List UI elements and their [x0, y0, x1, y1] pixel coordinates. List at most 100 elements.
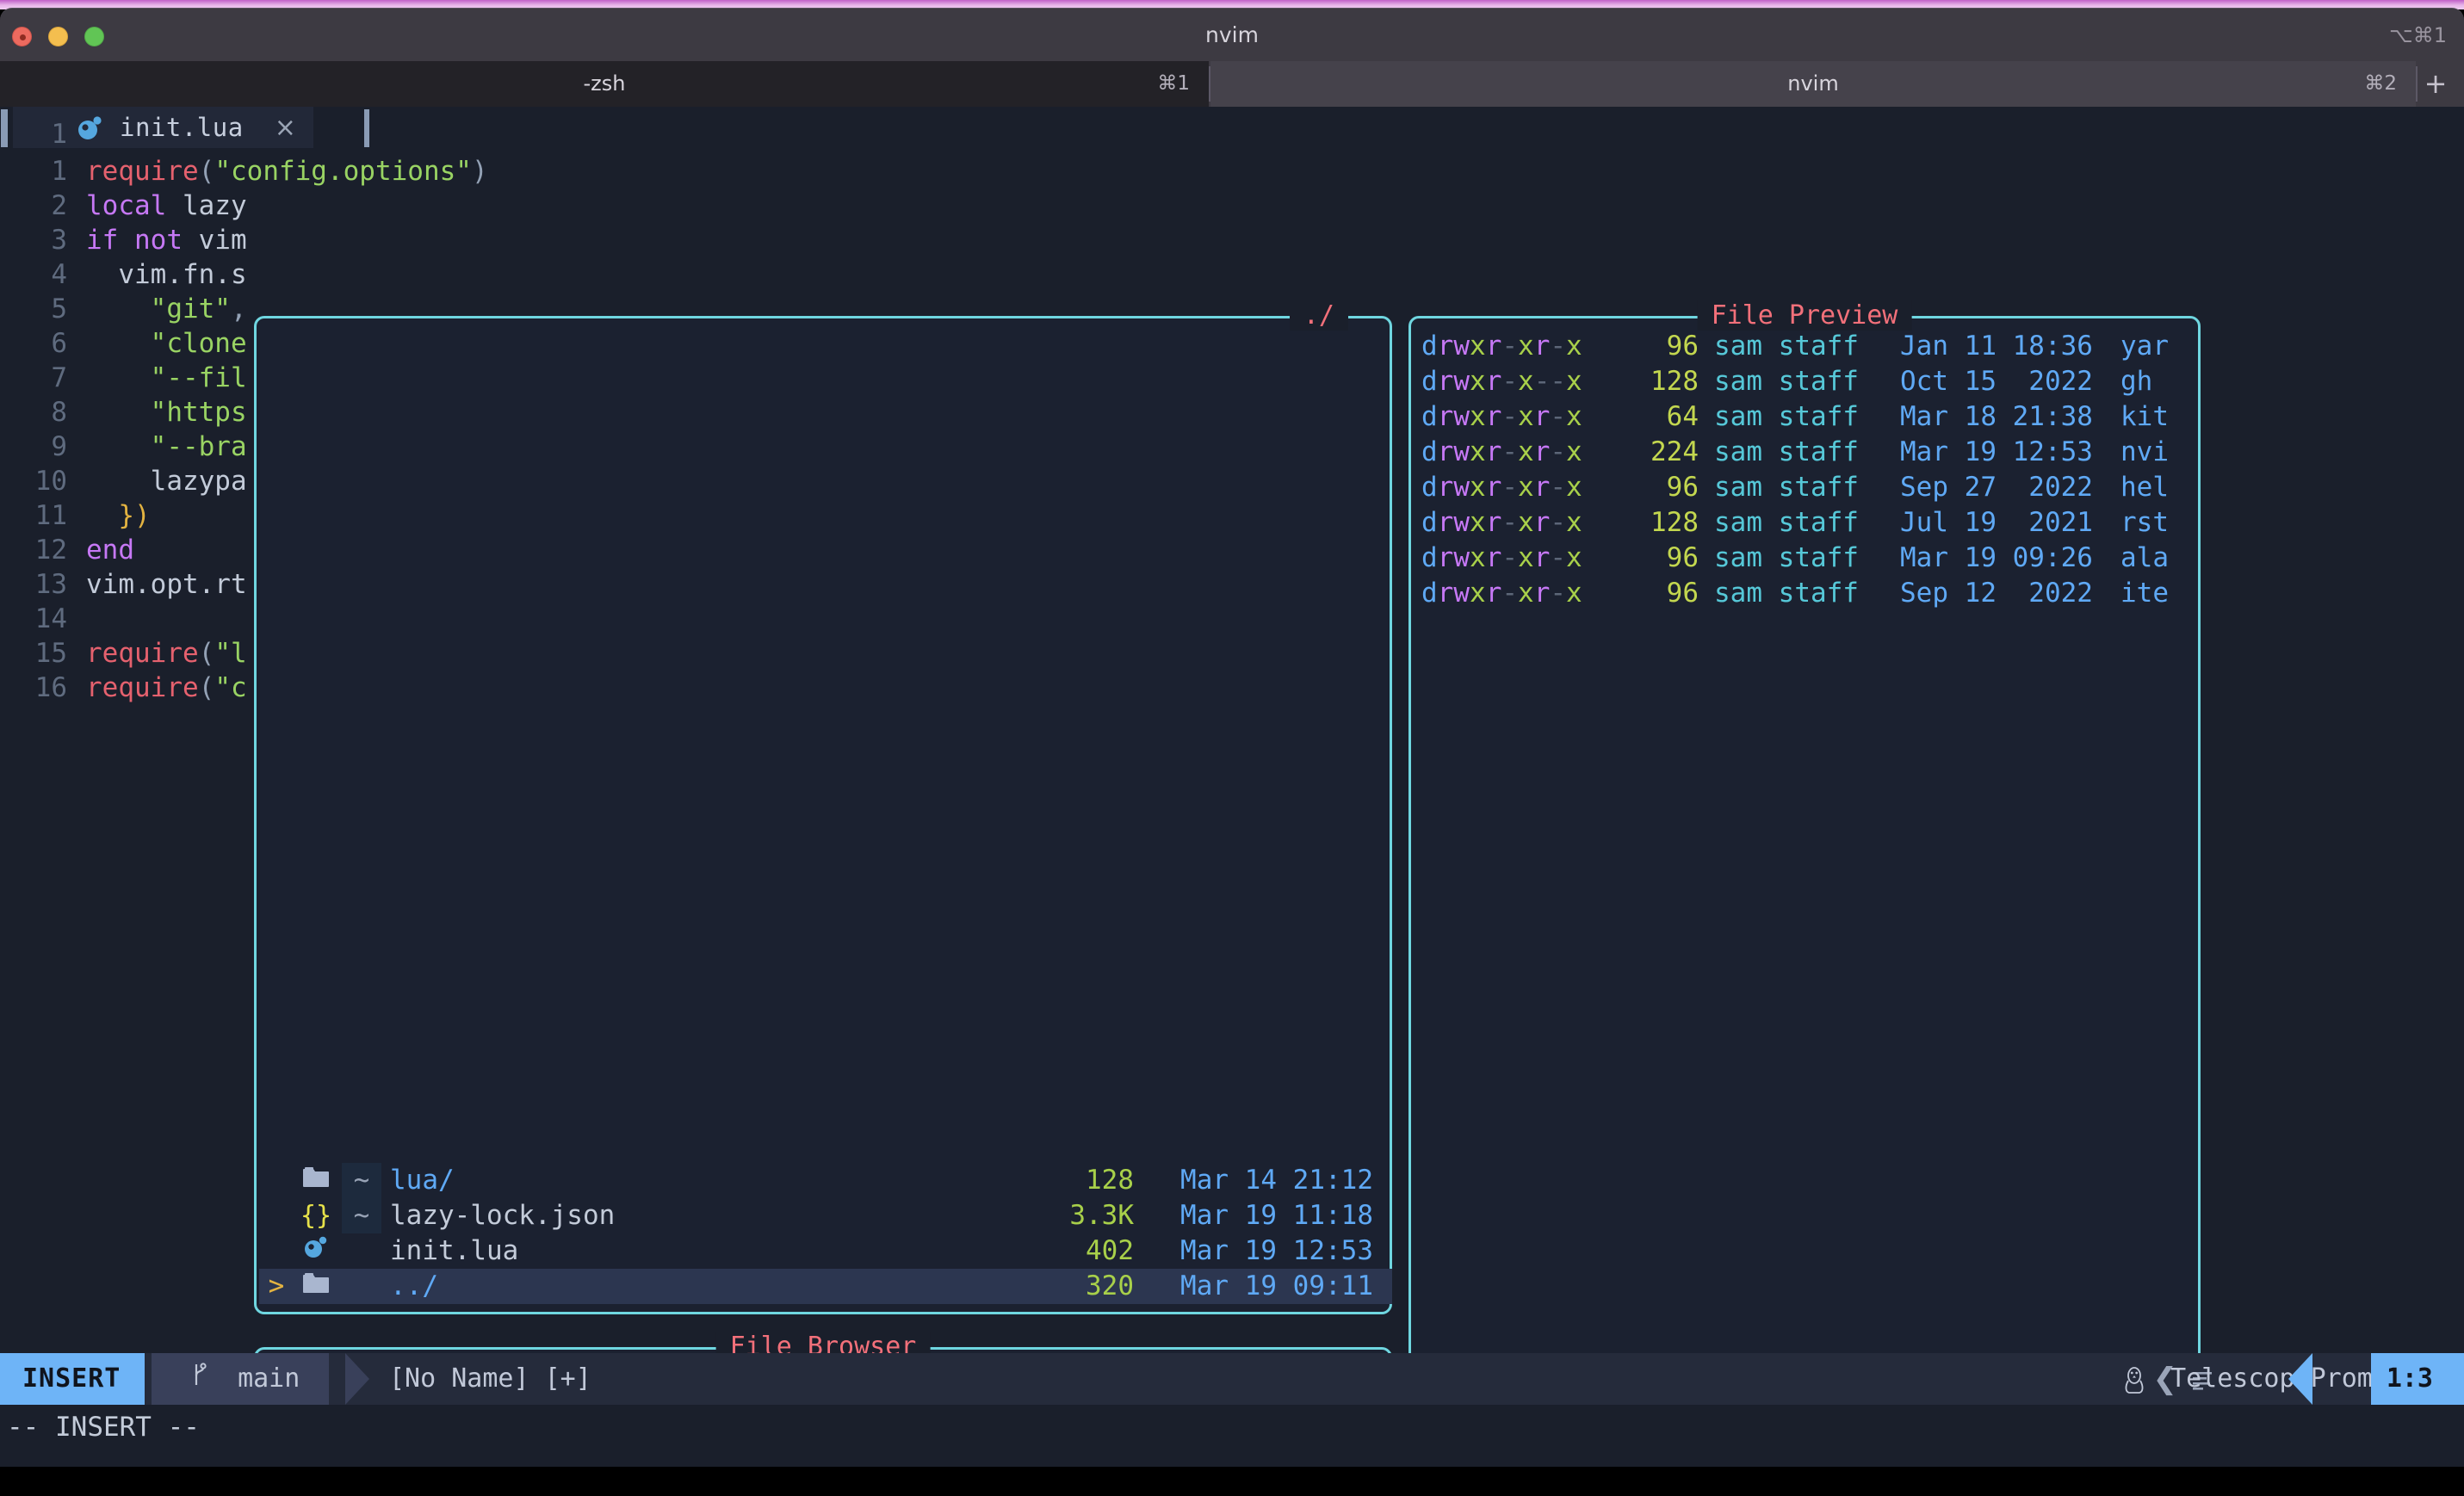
preview-name: ala	[2120, 542, 2169, 573]
code-token: end	[86, 535, 134, 566]
terminal-tab-zsh-label: -zsh	[583, 71, 626, 96]
terminal-tab-nvim-label: nvim	[1787, 71, 1839, 96]
preview-name: gh	[2120, 366, 2153, 397]
file-browser-row[interactable]: > ../ 320 Mar 19 09:11	[259, 1269, 1392, 1304]
window-title: nvim	[1205, 22, 1259, 47]
preview-row: drwxr-x--x 128 sam staff Oct 15 2022 gh	[1421, 364, 2196, 399]
line-number: 2	[51, 190, 67, 221]
row-file-date: Mar 19 09:11	[1180, 1270, 1373, 1301]
bufferline-right-indicator	[364, 109, 369, 147]
preview-row: drwxr-xr-x 224 sam staff Mar 19 12:53 nvi	[1421, 435, 2196, 470]
row-file-type-icon	[299, 1233, 333, 1269]
file-browser-row[interactable]: init.lua 402 Mar 19 12:53	[259, 1233, 1392, 1269]
preview-owner: sam staff	[1714, 366, 1859, 397]
preview-permissions: drwxr-xr-x	[1421, 401, 1582, 432]
preview-row: drwxr-xr-x 96 sam staff Sep 27 2022 hel	[1421, 470, 2196, 505]
row-file-size: 320	[1086, 1270, 1134, 1301]
terminal-tab-zsh[interactable]: -zsh ⌘1	[0, 61, 1209, 107]
terminal-tab-nvim[interactable]: nvim ⌘2	[1210, 61, 2416, 107]
code-token: if not	[86, 225, 183, 256]
line-number: 13	[34, 569, 67, 600]
preview-size: 64	[1666, 401, 1699, 432]
line-number: 5	[51, 294, 67, 325]
lua-icon	[75, 113, 104, 142]
line-number: 1	[51, 156, 67, 187]
preview-permissions: drwxr-xr-x	[1421, 542, 1582, 573]
titlebar: nvim ⌥⌘1	[0, 8, 2464, 61]
code-line: 13 vim.opt.rt	[0, 567, 247, 602]
code-token: "--fil	[150, 362, 247, 393]
statusline-filetype: TelescopePrompt	[2170, 1363, 2404, 1394]
preview-size: 224	[1650, 436, 1699, 467]
code-token: vim	[182, 225, 247, 256]
code-line: 4 vim.fn.s	[0, 257, 246, 292]
line-number: 10	[34, 466, 67, 497]
line-number: 14	[34, 603, 67, 634]
bufferline: init.lua ×	[0, 107, 2464, 148]
line-number: 11	[34, 500, 67, 531]
row-file-size: 402	[1086, 1235, 1134, 1266]
preview-date: Mar 19 09:26	[1900, 542, 2093, 573]
linux-penguin-icon	[2121, 1353, 2147, 1405]
folder-icon	[302, 1165, 330, 1196]
statusline-branch-label: main	[238, 1363, 300, 1394]
code-token: "config.options"	[214, 156, 472, 187]
preview-date: Jan 11 18:36	[1900, 331, 2093, 362]
preview-date: Sep 27 2022	[1900, 472, 2093, 503]
statusline-mode: INSERT	[0, 1353, 145, 1405]
row-file-date: Mar 19 12:53	[1180, 1235, 1373, 1266]
row-file-name: init.lua	[390, 1235, 519, 1266]
code-token: local	[86, 190, 167, 221]
buffer-tab-label: init.lua	[120, 113, 244, 142]
row-file-type-icon	[299, 1269, 333, 1304]
preview-name: ite	[2120, 578, 2169, 609]
file-browser-row[interactable]: ~ lua/128 Mar 14 21:12	[259, 1163, 1392, 1198]
code-token: (	[198, 638, 215, 669]
lua-icon	[302, 1235, 330, 1266]
telescope-results-window[interactable]: ./ ~ lua/128 Mar 14 21:12 {} ~ lazy-lock.json…	[254, 300, 1392, 1314]
window-bottom-edge	[0, 1467, 2464, 1496]
row-file-name: lua/	[390, 1165, 455, 1196]
code-token: "--bra	[150, 431, 247, 462]
statusline: INSERT main [No Name] [+] ❮ TelescopePro…	[0, 1353, 2464, 1405]
preview-owner: sam staff	[1714, 578, 1859, 609]
line-number: 6	[51, 328, 67, 359]
row-file-type-icon: {}	[299, 1198, 333, 1233]
preview-date: Oct 15 2022	[1900, 366, 2093, 397]
git-status-marker: ~	[342, 1163, 381, 1198]
row-file-size: 3.3K	[1069, 1200, 1134, 1231]
preview-permissions: drwxr-xr-x	[1421, 578, 1582, 609]
preview-owner: sam staff	[1714, 401, 1859, 432]
code-token: lazypa	[86, 466, 247, 497]
code-line: 6 "clone	[0, 326, 246, 361]
statusline-filename: [No Name] [+]	[389, 1363, 591, 1394]
code-token: )	[471, 156, 488, 187]
code-token: "git"	[150, 294, 231, 325]
code-token: vim.opt.rt	[86, 569, 247, 600]
close-icon[interactable]: ×	[275, 113, 296, 143]
line-number: 8	[51, 397, 67, 428]
preview-owner: sam staff	[1714, 542, 1859, 573]
code-token: "https	[150, 397, 247, 428]
line-number: 3	[51, 225, 67, 256]
preview-name: hel	[2120, 472, 2169, 503]
json-braces-icon: {}	[300, 1201, 332, 1231]
code-line: 5 "git",	[0, 292, 246, 326]
telescope-preview-title: File Preview	[1697, 300, 1912, 331]
preview-row: drwxr-xr-x 96 sam staff Mar 19 09:26 ala	[1421, 541, 2196, 576]
code-line: 7 "--fil	[0, 361, 247, 395]
telescope-preview-window[interactable]: File Preview drwxr-xr-x 96 sam staff Jan 11…	[1408, 300, 2201, 1426]
statusline-cursor-position: 1:3	[2370, 1353, 2464, 1405]
statusline-branch[interactable]: main	[152, 1353, 330, 1405]
preview-owner: sam staff	[1714, 472, 1859, 503]
preview-name: yar	[2120, 331, 2169, 362]
code-line: 11 })	[0, 498, 151, 533]
new-tab-button[interactable]: +	[2414, 61, 2457, 107]
file-browser-row[interactable]: {} ~ lazy-lock.json 3.3K Mar 19 11:18	[259, 1198, 1392, 1233]
line-number: 12	[34, 535, 67, 566]
row-file-date: Mar 19 11:18	[1180, 1200, 1373, 1231]
preview-row: drwxr-xr-x 128 sam staff Jul 19 2021 rst	[1421, 505, 2196, 541]
code-token: })	[118, 500, 151, 531]
